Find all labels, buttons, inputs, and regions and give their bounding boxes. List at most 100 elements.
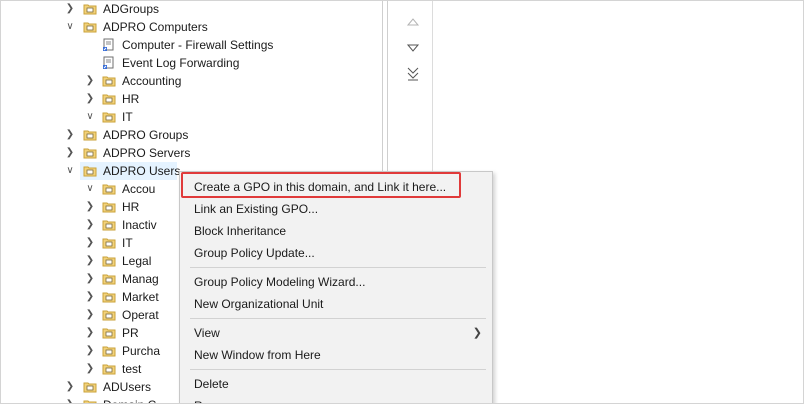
- menu-item-block-inheritance[interactable]: Block Inheritance: [180, 220, 492, 242]
- gpo-link-icon: [102, 38, 116, 52]
- folder-ou-icon: [102, 308, 116, 322]
- menu-item-view[interactable]: View ❯: [180, 322, 492, 344]
- chevron-right-icon[interactable]: ❯: [83, 324, 97, 342]
- folder-ou-icon: [102, 74, 116, 88]
- menu-separator: [190, 318, 486, 319]
- chevron-right-icon[interactable]: ❯: [63, 1, 77, 18]
- folder-ou-icon: [102, 236, 116, 250]
- tree-item-label: Market: [122, 290, 159, 304]
- tree-item-label: ADUsers: [103, 380, 152, 394]
- submenu-arrow-icon: ❯: [472, 327, 482, 339]
- folder-ou-icon: [102, 344, 116, 358]
- tree-item-adpro-servers[interactable]: ❯ ADPRO Servers: [1, 144, 381, 162]
- folder-ou-icon: [102, 218, 116, 232]
- gpmc-window: ❯ ADGroups ∨ ADPRO Computers Computer - …: [0, 0, 804, 404]
- chevron-right-icon[interactable]: ❯: [83, 252, 97, 270]
- menu-item-label: New Window from Here: [194, 348, 321, 362]
- chevron-right-icon[interactable]: ❯: [83, 306, 97, 324]
- move-to-bottom-icon[interactable]: [406, 67, 420, 81]
- tree-item-adpro-groups[interactable]: ❯ ADPRO Groups: [1, 126, 381, 144]
- menu-item-label: New Organizational Unit: [194, 297, 324, 311]
- menu-item-label: Link an Existing GPO...: [194, 202, 319, 216]
- chevron-right-icon[interactable]: ❯: [83, 360, 97, 378]
- callout-highlight-box: [181, 172, 461, 198]
- chevron-right-icon[interactable]: ❯: [83, 234, 97, 252]
- tree-item-label: Operat: [122, 308, 159, 322]
- tree-item-label: ADGroups: [103, 2, 160, 16]
- tree-item-label: Computer - Firewall Settings: [122, 38, 274, 52]
- tree-item-label: ADPRO Computers: [103, 20, 208, 34]
- tree-item-hr[interactable]: ❯ HR: [1, 90, 381, 108]
- folder-ou-icon: [83, 20, 97, 34]
- tree-item-label: Inactiv: [122, 218, 157, 232]
- chevron-right-icon[interactable]: ❯: [83, 90, 97, 108]
- tree-item-label: Legal: [122, 254, 152, 268]
- tree-item-label: PR: [122, 326, 139, 340]
- menu-item-label: View: [194, 326, 220, 340]
- folder-ou-icon: [102, 362, 116, 376]
- chevron-right-icon[interactable]: ❯: [83, 198, 97, 216]
- menu-item-label: Delete: [194, 377, 229, 391]
- chevron-right-icon[interactable]: ❯: [83, 270, 97, 288]
- chevron-down-icon[interactable]: ∨: [63, 18, 77, 36]
- tree-item-label: IT: [122, 236, 133, 250]
- tree-item-adpro-computers[interactable]: ∨ ADPRO Computers: [1, 18, 381, 36]
- tree-item-it[interactable]: ∨ IT: [1, 108, 381, 126]
- folder-ou-icon: [102, 326, 116, 340]
- folder-ou-icon: [102, 182, 116, 196]
- chevron-right-icon[interactable]: ❯: [63, 126, 77, 144]
- chevron-right-icon[interactable]: ❯: [63, 144, 77, 162]
- tree-item-label: Domain C: [103, 396, 156, 403]
- chevron-right-icon[interactable]: ❯: [63, 396, 77, 403]
- menu-item-label: Block Inheritance: [194, 224, 287, 238]
- menu-separator: [190, 369, 486, 370]
- folder-ou-icon: [102, 290, 116, 304]
- move-down-icon[interactable]: [406, 41, 420, 55]
- folder-ou-icon: [102, 272, 116, 286]
- folder-ou-icon: [102, 254, 116, 268]
- tree-item-accounting[interactable]: ❯ Accounting: [1, 72, 381, 90]
- folder-ou-icon: [83, 146, 97, 160]
- chevron-right-icon[interactable]: ❯: [83, 216, 97, 234]
- menu-item-modeling-wizard[interactable]: Group Policy Modeling Wizard...: [180, 271, 492, 293]
- chevron-down-icon[interactable]: ∨: [83, 180, 97, 198]
- menu-item-link-existing-gpo[interactable]: Link an Existing GPO...: [180, 198, 492, 220]
- menu-item-rename[interactable]: R: [180, 395, 492, 403]
- menu-item-new-window[interactable]: New Window from Here: [180, 344, 492, 366]
- tree-item-label: ADPRO Groups: [103, 128, 189, 142]
- menu-item-label: R: [194, 395, 203, 403]
- tree-item-label: IT: [122, 110, 133, 124]
- tree-item-label: test: [122, 362, 142, 376]
- gpo-link-icon: [102, 56, 116, 70]
- chevron-right-icon[interactable]: ❯: [83, 288, 97, 306]
- context-menu: Create a GPO in this domain, and Link it…: [179, 171, 493, 403]
- folder-ou-icon: [83, 398, 97, 403]
- folder-ou-icon: [83, 128, 97, 142]
- chevron-down-icon[interactable]: ∨: [83, 108, 97, 126]
- move-to-top-icon[interactable]: [406, 15, 420, 29]
- tree-item-label: Accounting: [122, 74, 182, 88]
- menu-item-new-ou[interactable]: New Organizational Unit: [180, 293, 492, 315]
- folder-ou-icon: [102, 92, 116, 106]
- folder-ou-icon: [102, 200, 116, 214]
- tree-item-gpo-link[interactable]: Event Log Forwarding: [1, 54, 381, 72]
- tree-item-gpo-link[interactable]: Computer - Firewall Settings: [1, 36, 381, 54]
- tree-item-label: HR: [122, 200, 140, 214]
- chevron-right-icon[interactable]: ❯: [83, 342, 97, 360]
- chevron-down-icon[interactable]: ∨: [63, 162, 77, 180]
- tree-item-adgroups[interactable]: ❯ ADGroups: [1, 1, 381, 18]
- chevron-right-icon[interactable]: ❯: [63, 378, 77, 396]
- tree-item-label: ADPRO Servers: [103, 146, 191, 160]
- chevron-right-icon[interactable]: ❯: [83, 72, 97, 90]
- folder-ou-icon: [83, 2, 97, 16]
- folder-ou-icon: [102, 110, 116, 124]
- menu-item-group-policy-update[interactable]: Group Policy Update...: [180, 242, 492, 264]
- menu-item-label: Group Policy Modeling Wizard...: [194, 275, 366, 289]
- menu-item-label: Group Policy Update...: [194, 246, 315, 260]
- tree-item-label: Event Log Forwarding: [122, 56, 240, 70]
- tree-item-label: Accou: [122, 182, 156, 196]
- tree-item-label: ADPRO Users: [103, 164, 181, 178]
- menu-item-delete[interactable]: Delete: [180, 373, 492, 395]
- tree-item-label: HR: [122, 92, 140, 106]
- folder-ou-icon: [83, 380, 97, 394]
